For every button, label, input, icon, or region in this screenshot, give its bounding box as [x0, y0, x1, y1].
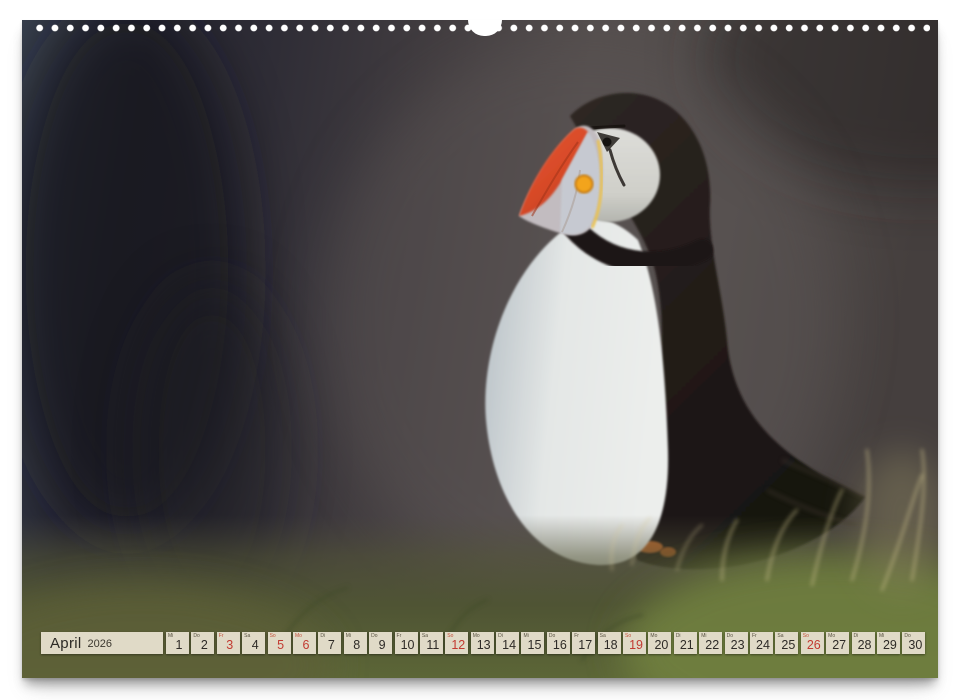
month-box: April 2026: [41, 632, 163, 654]
day-cell: So5: [268, 632, 291, 654]
day-cell: Sa18: [598, 632, 621, 654]
day-number: 9: [369, 639, 392, 652]
day-cell: Fr24: [750, 632, 773, 654]
day-number: 21: [674, 639, 697, 652]
weekday-label: Do: [371, 634, 377, 639]
day-cell: Di21: [674, 632, 697, 654]
day-number: 11: [420, 639, 443, 652]
day-cell: Sa4: [242, 632, 265, 654]
weekday-label: Do: [193, 634, 199, 639]
day-cell: So19: [623, 632, 646, 654]
day-cells: Mi1Do2Fr3Sa4So5Mo6Di7Mi8Do9Fr10Sa11So12M…: [166, 632, 925, 654]
day-cell: Mi22: [699, 632, 722, 654]
date-strip: April 2026 Mi1Do2Fr3Sa4So5Mo6Di7Mi8Do9Fr…: [22, 632, 938, 654]
day-number: 6: [293, 639, 316, 652]
calendar-page: April 2026 Mi1Do2Fr3Sa4So5Mo6Di7Mi8Do9Fr…: [22, 20, 938, 678]
day-cell: Do2: [191, 632, 214, 654]
day-number: 8: [344, 639, 367, 652]
day-cell: Do23: [725, 632, 748, 654]
day-cell: So26: [801, 632, 824, 654]
day-cell: Di28: [852, 632, 875, 654]
day-cell: Do9: [369, 632, 392, 654]
day-number: 30: [902, 639, 925, 652]
day-cell: Mi8: [344, 632, 367, 654]
day-cell: Fr10: [395, 632, 418, 654]
day-cell: Do16: [547, 632, 570, 654]
day-number: 14: [496, 639, 519, 652]
day-number: 13: [471, 639, 494, 652]
day-cell: Sa25: [775, 632, 798, 654]
day-number: 16: [547, 639, 570, 652]
day-cell: Mo6: [293, 632, 316, 654]
product-stage: { "calendar": { "month_label": "April", …: [0, 0, 971, 700]
day-cell: So12: [445, 632, 468, 654]
day-number: 2: [191, 639, 214, 652]
day-number: 18: [598, 639, 621, 652]
day-number: 4: [242, 639, 265, 652]
day-number: 7: [318, 639, 341, 652]
weekday-label: Mo: [295, 634, 302, 639]
year-label: 2026: [88, 639, 112, 650]
day-number: 15: [521, 639, 544, 652]
day-cell: Fr17: [572, 632, 595, 654]
weekday-label: So: [270, 634, 276, 639]
day-number: 3: [217, 639, 240, 652]
weekday-label: Di: [320, 634, 325, 639]
day-cell: Di7: [318, 632, 341, 654]
day-number: 22: [699, 639, 722, 652]
weekday-label: Mi: [346, 634, 351, 639]
day-cell: Mi15: [521, 632, 544, 654]
day-number: 26: [801, 639, 824, 652]
day-number: 10: [395, 639, 418, 652]
month-label: April: [50, 636, 82, 651]
weekday-label: Sa: [244, 634, 250, 639]
day-cell: Mo27: [826, 632, 849, 654]
day-cell: Sa11: [420, 632, 443, 654]
day-number: 17: [572, 639, 595, 652]
day-cell: Fr3: [217, 632, 240, 654]
day-number: 29: [877, 639, 900, 652]
day-cell: Mo20: [648, 632, 671, 654]
day-number: 28: [852, 639, 875, 652]
day-number: 24: [750, 639, 773, 652]
day-cell: Do30: [902, 632, 925, 654]
day-number: 27: [826, 639, 849, 652]
puffin-photo: [22, 20, 938, 678]
day-cell: Di14: [496, 632, 519, 654]
day-number: 5: [268, 639, 291, 652]
weekday-label: Mi: [168, 634, 173, 639]
day-cell: Mo13: [471, 632, 494, 654]
day-number: 19: [623, 639, 646, 652]
day-cell: Mi1: [166, 632, 189, 654]
day-number: 25: [775, 639, 798, 652]
day-cell: Mi29: [877, 632, 900, 654]
day-number: 12: [445, 639, 468, 652]
weekday-label: Fr: [219, 634, 224, 639]
day-number: 23: [725, 639, 748, 652]
day-number: 1: [166, 639, 189, 652]
day-number: 20: [648, 639, 671, 652]
